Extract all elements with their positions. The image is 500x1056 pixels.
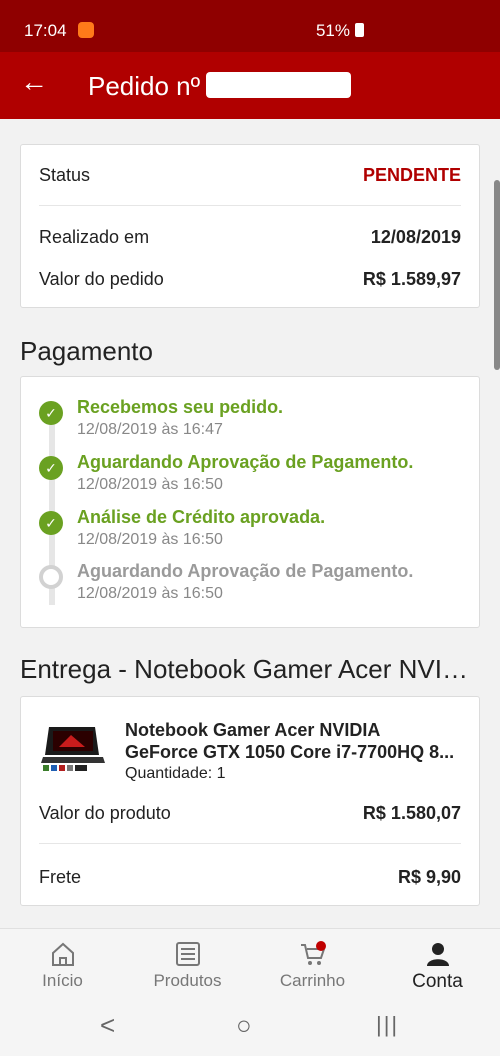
date-label: Realizado em [39,227,150,247]
shipping-value: R$ 9,90 [397,867,461,887]
delivery-section-title: Entrega - Notebook Gamer Acer NVIDI... [20,654,480,684]
check-icon: ✓ [39,401,63,425]
arrow-left-icon[interactable]: ← [20,66,48,98]
product-value-label: Valor do produto [39,803,171,823]
cart-icon [300,941,326,965]
status-label: Status [39,165,91,185]
product-value: R$ 1.580,07 [362,803,461,823]
payment-timeline-card: ✓ Recebemos seu pedido. 12/08/2019 às 16… [20,376,480,628]
step-date: 12/08/2019 às 16:50 [77,531,223,548]
nav-item-conta[interactable]: Conta [375,929,500,996]
status-time: 17:04 [24,21,67,40]
step-label: Recebemos seu pedido. [77,397,284,417]
step-date: 12/08/2019 às 16:50 [77,585,223,602]
nav-label: Produtos [153,971,222,990]
redacted-order-number [206,72,351,98]
app-notification-icon [78,22,94,38]
step-label: Aguardando Aprovação de Pagamento. [77,452,414,472]
home-icon [51,942,74,966]
list-icon [175,942,200,966]
step-date: 12/08/2019 às 16:47 [77,421,223,438]
status-bar: 17:04 51% [0,0,500,52]
product-name-line1[interactable]: Notebook Gamer Acer NVIDIA [125,719,465,741]
nav-label: Conta [412,971,463,992]
battery-icon [355,23,364,37]
nav-label: Início [42,971,83,990]
step-date: 12/08/2019 às 16:50 [77,476,223,493]
product-name-line2[interactable]: GeForce GTX 1050 Core i7-7700HQ 8... [125,741,465,763]
shipping-label: Frete [39,867,82,887]
divider [39,205,461,206]
step-label: Aguardando Aprovação de Pagamento. [77,561,414,581]
step-label: Análise de Crédito aprovada. [77,507,326,527]
total-value: R$ 1.589,97 [362,269,461,289]
product-quantity: Quantidade: 1 [125,765,226,782]
nav-item-carrinho[interactable]: Carrinho [250,929,375,996]
page-title: Pedido nº [88,71,201,101]
bottom-navigation: Início Produtos Carrinho Conta [0,928,500,996]
check-icon: ✓ [39,456,63,480]
system-recents-icon[interactable]: ||| [376,1012,399,1038]
system-navigation: < ○ ||| [0,996,500,1056]
divider [39,843,461,844]
delivery-card: Notebook Gamer Acer NVIDIA GeForce GTX 1… [20,696,480,906]
scrollbar[interactable] [494,180,500,370]
payment-section-title: Pagamento [20,336,153,366]
date-value: 12/08/2019 [370,227,461,247]
nav-item-inicio[interactable]: Início [0,929,125,996]
system-home-icon[interactable]: ○ [236,1010,252,1041]
product-image[interactable] [41,723,105,775]
system-back-icon[interactable]: < [100,1010,115,1041]
check-icon: ✓ [39,511,63,535]
user-icon [426,943,449,966]
nav-item-produtos[interactable]: Produtos [125,929,250,996]
app-bar: ← Pedido nº [0,52,500,119]
nav-label: Carrinho [279,971,346,990]
status-badge: PENDENTE [362,165,461,185]
battery-percent: 51% [315,21,350,40]
order-summary-card: Status PENDENTE Realizado em 12/08/2019 … [20,144,480,308]
total-label: Valor do pedido [39,269,164,289]
pending-circle-icon [39,565,63,589]
